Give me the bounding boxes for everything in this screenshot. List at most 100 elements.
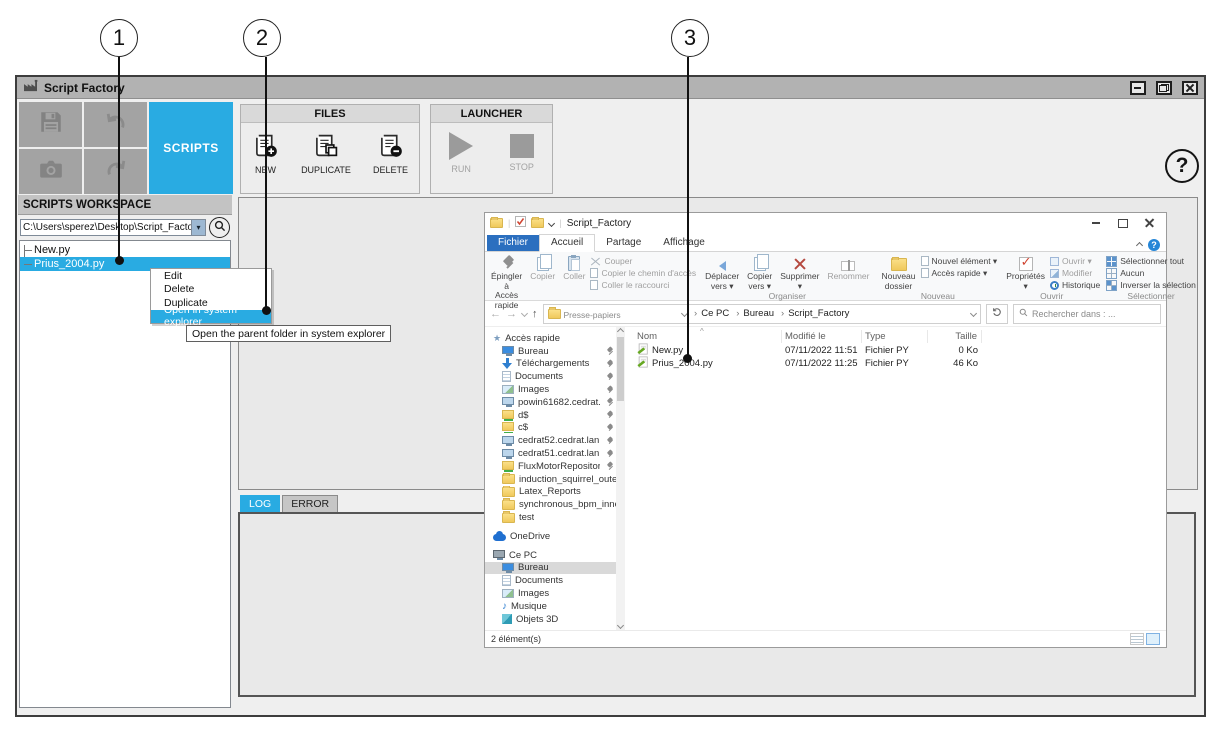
sidebar-item-latex-reports[interactable]: Latex_Reports — [485, 486, 616, 499]
workspace-path-value: C:\Users\sperez\Desktop\Script_Factory — [21, 220, 191, 235]
minimize-icon[interactable] — [1130, 81, 1146, 95]
new-folder-button[interactable]: Nouveau dossier — [878, 254, 918, 291]
close-icon[interactable] — [1182, 81, 1198, 95]
sidebar-item-synchronous[interactable]: synchronous_bpm_innerRotor_3p — [485, 498, 616, 511]
invert-selection-button[interactable]: Inverser la sélection — [1106, 279, 1196, 291]
sidebar-item-fluxmotor[interactable]: FluxMotorRepository — [485, 460, 616, 473]
sidebar-scrollbar[interactable] — [616, 327, 625, 630]
column-type[interactable]: Type — [862, 330, 928, 343]
sidebar-item-d-share[interactable]: d$ — [485, 409, 616, 422]
folder-qat-icon[interactable] — [531, 218, 544, 228]
stop-button[interactable]: STOP — [509, 132, 533, 172]
copy-to-button[interactable]: Copier vers ▾ — [744, 254, 775, 291]
sidebar-item-objets-3d[interactable]: Objets 3D — [485, 613, 616, 626]
maximize-icon[interactable] — [1156, 81, 1172, 95]
sidebar-item-cedrat51[interactable]: cedrat51.cedrat.lan — [485, 447, 616, 460]
tab-partage[interactable]: Partage — [595, 235, 652, 251]
select-all-button[interactable]: Sélectionner tout — [1106, 255, 1196, 267]
column-modifie-le[interactable]: Modifié le — [782, 330, 862, 343]
sidebar-item-downloads[interactable]: Téléchargements — [485, 358, 616, 371]
sidebar-item-test[interactable]: test — [485, 511, 616, 524]
sidebar-item-images[interactable]: Images — [485, 383, 616, 396]
combo-dropdown-icon[interactable]: ▾ — [191, 220, 205, 235]
crumb-script-factory[interactable]: Script_Factory — [777, 308, 849, 319]
context-menu-delete[interactable]: Delete — [151, 283, 271, 297]
sidebar-item-musique[interactable]: ♪Musique — [485, 600, 616, 613]
sidebar-item-bureau[interactable]: Bureau — [485, 345, 616, 358]
open-button[interactable]: Ouvrir ▾ — [1050, 255, 1100, 267]
quick-access-button[interactable]: Accès rapide ▾ — [921, 267, 998, 279]
delete-script-button[interactable]: DELETE — [373, 132, 408, 175]
browse-folder-button[interactable] — [209, 217, 230, 238]
redo-button[interactable] — [84, 149, 147, 194]
checkbox-qat-icon[interactable] — [515, 216, 526, 230]
scripts-button[interactable]: SCRIPTS — [149, 102, 233, 194]
sidebar-item-c-share[interactable]: c$ — [485, 422, 616, 435]
explorer-help-icon[interactable]: ? — [1148, 239, 1160, 251]
tab-error[interactable]: ERROR — [282, 495, 338, 512]
paste-button[interactable]: Coller — [560, 254, 588, 282]
sidebar-item-bureau-selected[interactable]: Bureau — [485, 562, 616, 575]
context-menu-edit[interactable]: Edit — [151, 269, 271, 283]
breadcrumb[interactable]: Ce PC Bureau Script_Factory — [543, 304, 982, 324]
up-icon[interactable]: ↑ — [532, 308, 538, 320]
computer-icon — [502, 397, 514, 405]
tab-fichier[interactable]: Fichier — [487, 235, 539, 251]
sidebar-item-onedrive[interactable]: OneDrive — [485, 530, 616, 543]
delete-button[interactable]: Supprimer ▾ — [777, 254, 822, 291]
files-group-title: FILES — [241, 105, 419, 123]
run-button[interactable]: RUN — [449, 132, 473, 174]
context-menu-open-in-explorer[interactable]: Open in system explorer — [151, 310, 271, 324]
copy-path-button[interactable]: Copier le chemin d'accès — [590, 267, 696, 279]
back-icon[interactable]: ← — [490, 308, 501, 320]
help-button[interactable]: ? — [1165, 149, 1199, 183]
large-icons-view-icon[interactable] — [1146, 633, 1160, 645]
sidebar-item-powin[interactable]: powin61682.cedrat.lan — [485, 396, 616, 409]
explorer-maximize-icon[interactable] — [1112, 216, 1134, 230]
forward-icon[interactable]: → — [506, 308, 517, 320]
sidebar-item-images-pc[interactable]: Images — [485, 587, 616, 600]
sidebar-item-induction[interactable]: induction_squirrel_outerRotor_3p — [485, 473, 616, 486]
workspace-path-combobox[interactable]: C:\Users\sperez\Desktop\Script_Factory ▾ — [20, 219, 206, 236]
history-button[interactable]: Historique — [1050, 279, 1100, 291]
column-taille[interactable]: Taille — [928, 330, 982, 343]
address-dropdown-icon[interactable] — [970, 310, 977, 317]
sidebar-item-ce-pc[interactable]: Ce PC — [485, 549, 616, 562]
explorer-minimize-icon[interactable] — [1085, 216, 1107, 230]
sidebar-item-cedrat52[interactable]: cedrat52.cedrat.lan — [485, 434, 616, 447]
sidebar-item-documents-pc[interactable]: Documents — [485, 574, 616, 587]
edit-button[interactable]: Modifier — [1050, 267, 1100, 279]
copy-button[interactable]: Copier — [527, 254, 558, 282]
move-to-button[interactable]: Déplacer vers ▾ — [702, 254, 742, 291]
new-item-button[interactable]: Nouvel élément ▾ — [921, 255, 998, 267]
qat-dropdown-icon[interactable] — [548, 219, 555, 226]
tab-log[interactable]: LOG — [240, 495, 280, 512]
scrollbar-thumb[interactable] — [617, 337, 624, 401]
tab-accueil[interactable]: Accueil — [539, 234, 595, 252]
select-none-button[interactable]: Aucun — [1106, 267, 1196, 279]
sidebar-item-documents[interactable]: Documents — [485, 370, 616, 383]
scroll-down-icon[interactable] — [617, 622, 624, 629]
details-view-icon[interactable] — [1130, 633, 1144, 645]
undo-button[interactable] — [84, 102, 147, 147]
explorer-search-input[interactable]: Rechercher dans : ... — [1013, 304, 1161, 324]
scroll-up-icon[interactable] — [617, 328, 624, 335]
crumb-ce-pc[interactable]: Ce PC — [690, 308, 729, 319]
paste-shortcut-button[interactable]: Coller le raccourci — [590, 279, 696, 291]
rename-button[interactable]: Renommer — [824, 254, 872, 282]
properties-button[interactable]: Propriétés ▾ — [1003, 254, 1048, 291]
file-row-prius[interactable]: Prius_2004.py 07/11/2022 11:25 Fichier P… — [634, 357, 1160, 370]
collapse-ribbon-icon[interactable] — [1136, 241, 1143, 248]
explorer-close-icon[interactable] — [1139, 216, 1161, 230]
tab-affichage[interactable]: Affichage — [652, 235, 716, 251]
save-button[interactable] — [19, 102, 82, 147]
workspace-file-newpy[interactable]: New.py — [20, 243, 230, 257]
refresh-button[interactable] — [986, 304, 1008, 324]
duplicate-script-button[interactable]: DUPLICATE — [301, 132, 351, 175]
cut-button[interactable]: Couper — [590, 255, 696, 267]
column-nom[interactable]: Nom — [634, 330, 782, 343]
crumb-bureau[interactable]: Bureau — [732, 308, 774, 319]
sidebar-item-quick-access[interactable]: ★Accès rapide — [485, 332, 616, 345]
recent-locations-icon[interactable] — [521, 310, 528, 317]
screenshot-button[interactable] — [19, 149, 82, 194]
